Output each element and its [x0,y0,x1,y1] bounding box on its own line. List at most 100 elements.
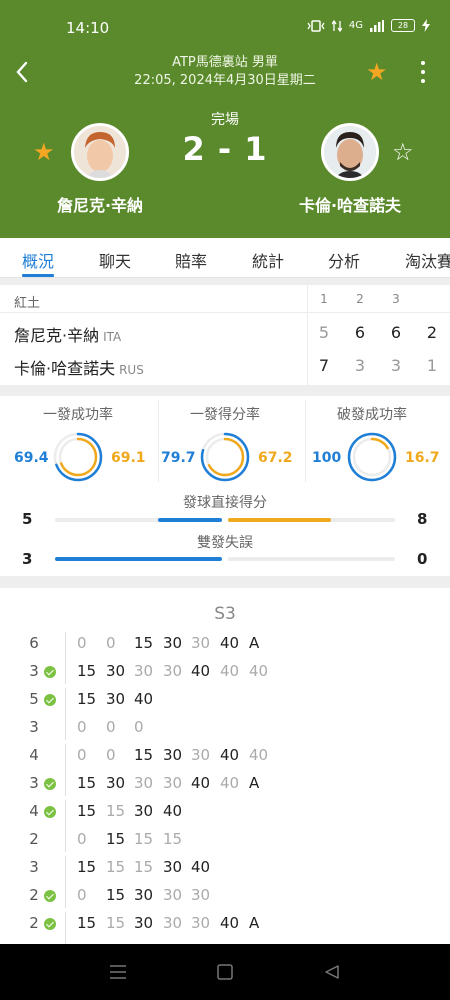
point-score: 15 [77,914,97,932]
game-row: 4 0 0 15 30 30 40 40 [0,742,450,770]
sets-won: 1 [426,356,438,375]
back-icon[interactable] [322,962,342,982]
player2-star-outline-icon[interactable]: ☆ [392,139,414,165]
stat-label: 一發成功率 [43,407,113,423]
game-score: 2 [29,914,39,932]
match-status: 完場 [211,112,239,128]
game-winner-check-icon [44,918,56,930]
dot-icon [421,79,425,83]
player2-name[interactable]: 卡倫·哈查諾夫 [280,192,420,216]
tab-overview[interactable]: 概況 [22,248,54,272]
point-score: 30 [134,914,154,932]
set-header: 1 [320,292,328,306]
stat-value-player2: 16.7 [405,450,440,466]
set-score: 3 [390,356,402,375]
stat-bar-player1 [157,518,222,522]
tab-knockout[interactable]: 淘汰賽 [405,248,450,272]
point-score: 40 [163,802,183,820]
point-score: 40 [220,774,240,792]
point-score: 15 [134,830,154,848]
game-row: 5 15 30 40 [0,686,450,714]
point-score: 40 [220,662,240,680]
stat-ring-chart [53,432,103,482]
charging-icon [422,19,430,32]
player2-avatar[interactable] [321,123,379,181]
point-score: 40 [249,746,269,764]
active-tab-indicator [22,274,54,277]
set-score-table: 紅土 1 2 3 詹尼克·辛納 ITA 5 6 6 2 卡倫·哈查諾夫 RUS 7 … [0,285,450,385]
point-score: 15 [77,858,97,876]
set-score: 6 [354,323,366,342]
game-row: 2 0 15 30 30 30 [0,882,450,910]
home-icon[interactable] [215,962,235,982]
divider [0,385,450,396]
stat-label: 發球直接得分 [183,495,267,511]
system-nav-bar [0,944,450,1000]
stat-value-player1: 79.7 [161,450,196,466]
point-score: 30 [106,662,126,680]
point-score: A [249,914,260,932]
country-code: RUS [119,363,144,377]
stat-value-player2: 8 [417,510,428,528]
point-score: 30 [163,858,183,876]
point-score: 15 [106,858,126,876]
data-icon [331,19,342,32]
point-score: 30 [163,914,183,932]
score-row-player1: 詹尼克·辛納 ITA [14,322,121,346]
player1-avatar[interactable] [71,123,129,181]
set-header: 3 [392,292,400,306]
signal-icon [370,19,384,32]
match-header: 14:10 4G 28 ATP馬德裏站 男單 22:05, 2024年4月30日… [0,0,450,238]
tab-chat[interactable]: 聊天 [99,248,131,272]
battery-icon: 28 [391,19,415,32]
game-score: 3 [29,662,39,680]
point-score: 0 [106,718,116,736]
point-score: 15 [163,830,183,848]
game-winner-check-icon [44,890,56,902]
game-score: 3 [29,858,39,876]
player1-star-icon[interactable]: ★ [33,139,55,165]
point-score: 30 [163,634,183,652]
network-type-label: 4G [348,20,363,31]
divider [0,278,450,285]
country-code: ITA [103,330,122,344]
status-time: 14:10 [66,19,110,37]
stat-ring-chart [200,432,250,482]
tab-analysis[interactable]: 分析 [328,248,360,272]
set-label: S3 [214,604,236,624]
player1-name[interactable]: 詹尼克·辛納 [30,192,170,216]
tab-odds[interactable]: 賠率 [175,248,207,272]
dot-icon [421,61,425,65]
game-score: 3 [29,774,39,792]
sets-won: 2 [426,323,438,342]
tab-bar: 概況 聊天 賠率 統計 分析 淘汰賽 [0,238,450,278]
point-score: 0 [106,746,116,764]
tab-stats[interactable]: 統計 [252,248,284,272]
game-score: 4 [29,802,39,820]
point-score: 30 [191,886,211,904]
player-name: 詹尼克·辛納 [14,326,100,345]
game-row: 3000 [0,714,450,742]
menu-icon[interactable] [108,962,128,982]
point-score: 30 [163,746,183,764]
more-options-button[interactable] [416,60,430,84]
dot-icon [421,70,425,74]
game-winner-check-icon [44,666,56,678]
divider [0,576,450,588]
game-score: 3 [29,718,39,736]
point-score: 15 [106,802,126,820]
point-score: 30 [106,774,126,792]
game-row: 3 15 15 15 30 40 [0,854,450,882]
player-name: 卡倫·哈查諾夫 [14,359,116,378]
point-score: 0 [77,718,87,736]
point-score: 0 [77,886,87,904]
favorite-star-icon[interactable]: ★ [366,60,388,84]
game-row: 3 15 30 30 30 40 40 A [0,770,450,798]
game-block: 3 15 15 15 30 40 2 0 15 30 30 30 [0,854,450,910]
divider [307,285,308,385]
stat-value-player1: 100 [312,450,342,466]
stat-value-player2: 0 [417,550,428,568]
status-bar: 14:10 4G 28 [0,0,450,58]
point-score: A [249,774,260,792]
point-score: 15 [134,746,154,764]
